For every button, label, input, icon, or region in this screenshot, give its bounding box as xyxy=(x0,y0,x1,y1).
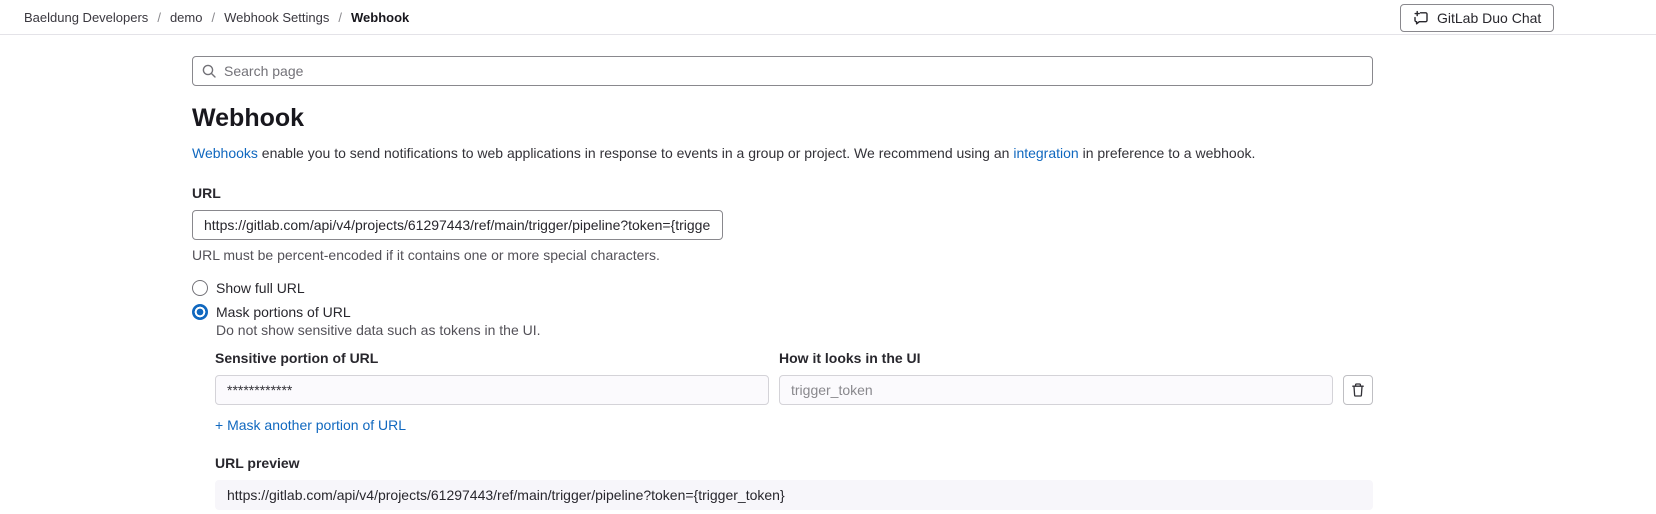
main-content: Webhook Webhooks enable you to send noti… xyxy=(0,35,1656,510)
url-preview-value: https://gitlab.com/api/v4/projects/61297… xyxy=(215,480,1373,510)
sensitive-portion-input[interactable] xyxy=(215,375,769,405)
url-help-text: URL must be percent-encoded if it contai… xyxy=(192,247,1373,263)
breadcrumb-item-webhook-settings[interactable]: Webhook Settings xyxy=(224,10,329,25)
remove-mask-button[interactable] xyxy=(1343,375,1373,405)
url-field-label: URL xyxy=(192,185,1373,201)
mask-another-portion-link[interactable]: + Mask another portion of URL xyxy=(215,417,406,433)
breadcrumb: Baeldung Developers / demo / Webhook Set… xyxy=(24,10,409,25)
ui-appearance-label: How it looks in the UI xyxy=(779,350,1333,366)
search-icon xyxy=(201,63,217,79)
radio-mask-portions-control[interactable] xyxy=(192,304,208,320)
radio-show-full-url-label: Show full URL xyxy=(216,280,305,296)
page-title: Webhook xyxy=(192,104,1373,133)
ui-appearance-column: How it looks in the UI xyxy=(779,350,1333,405)
radio-show-full-url[interactable]: Show full URL xyxy=(192,280,1373,296)
url-input[interactable] xyxy=(192,210,723,240)
mask-section: Sensitive portion of URL How it looks in… xyxy=(215,350,1373,510)
breadcrumb-separator: / xyxy=(338,10,342,25)
trash-icon xyxy=(1350,382,1366,398)
gitlab-duo-chat-button[interactable]: GitLab Duo Chat xyxy=(1400,4,1554,32)
breadcrumb-item-group[interactable]: Baeldung Developers xyxy=(24,10,148,25)
breadcrumb-separator: / xyxy=(211,10,215,25)
webhooks-link[interactable]: Webhooks xyxy=(192,145,258,161)
radio-show-full-url-control[interactable] xyxy=(192,280,208,296)
sensitive-portion-column: Sensitive portion of URL xyxy=(215,350,769,405)
radio-mask-portions-label: Mask portions of URL xyxy=(216,304,351,320)
radio-mask-portions[interactable]: Mask portions of URL xyxy=(192,304,1373,320)
breadcrumb-item-webhook: Webhook xyxy=(351,10,409,25)
breadcrumb-separator: / xyxy=(157,10,161,25)
top-bar: Baeldung Developers / demo / Webhook Set… xyxy=(0,0,1656,35)
integration-link[interactable]: integration xyxy=(1013,145,1078,161)
mask-row: Sensitive portion of URL How it looks in… xyxy=(215,350,1373,405)
breadcrumb-item-project[interactable]: demo xyxy=(170,10,203,25)
search-input[interactable] xyxy=(192,56,1373,86)
page-description: Webhooks enable you to send notification… xyxy=(192,144,1373,162)
search-bar xyxy=(192,56,1373,86)
url-preview-label: URL preview xyxy=(215,455,1373,471)
url-display-radio-group: Show full URL Mask portions of URL Do no… xyxy=(192,280,1373,338)
mask-radio-description: Do not show sensitive data such as token… xyxy=(216,322,1373,338)
ui-appearance-input[interactable] xyxy=(779,375,1333,405)
description-text-2: in preference to a webhook. xyxy=(1079,145,1256,161)
sensitive-portion-label: Sensitive portion of URL xyxy=(215,350,769,366)
duo-chat-icon xyxy=(1413,10,1429,26)
description-text-1: enable you to send notifications to web … xyxy=(258,145,1013,161)
duo-chat-label: GitLab Duo Chat xyxy=(1437,10,1541,26)
